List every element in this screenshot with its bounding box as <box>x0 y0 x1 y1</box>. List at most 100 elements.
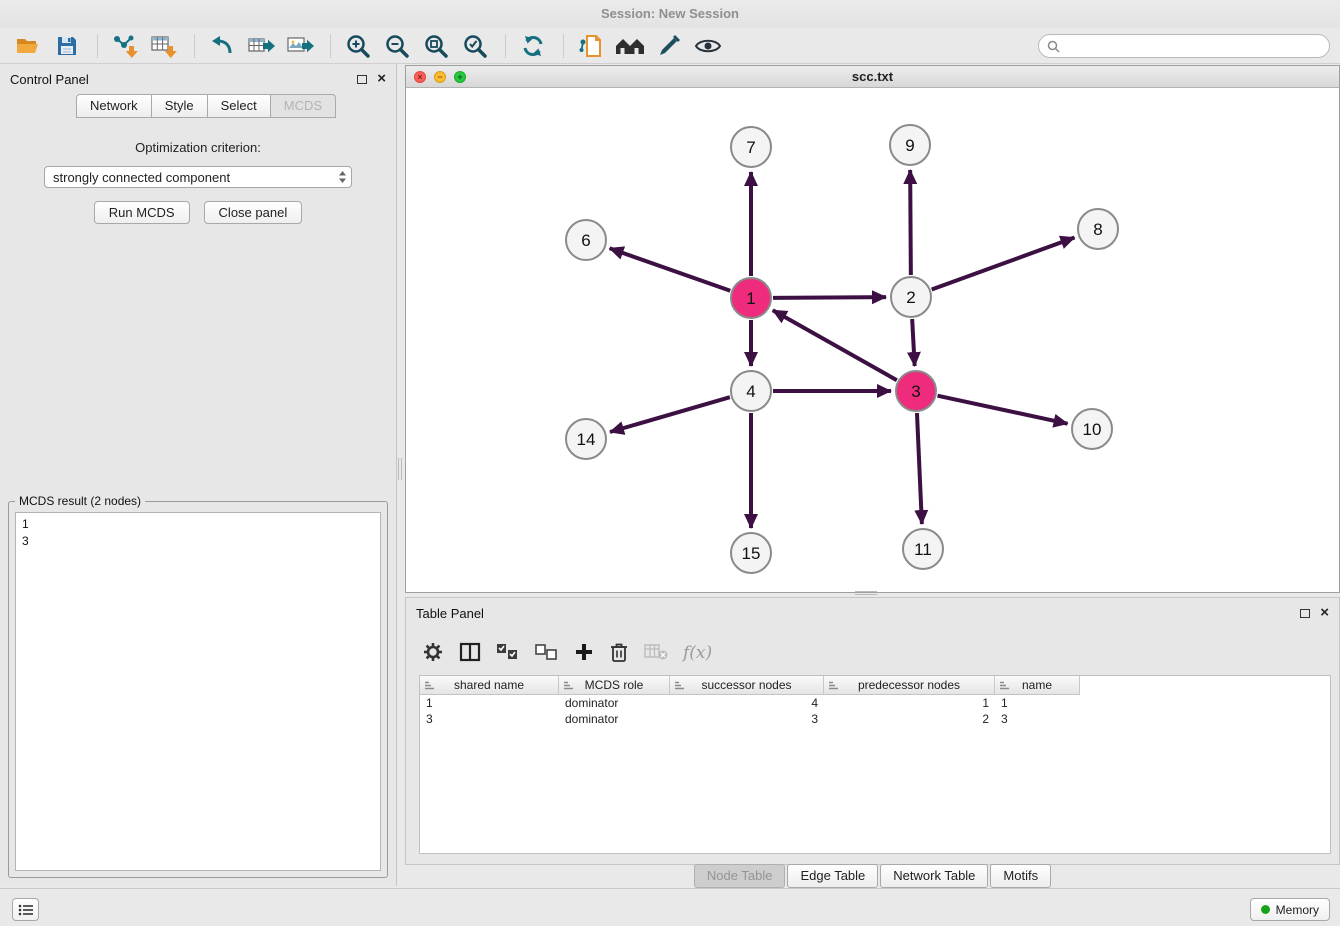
first-neighbors-button[interactable] <box>612 30 648 62</box>
export-table-icon <box>247 33 275 59</box>
paint-style-icon <box>656 33 682 59</box>
minimize-window-icon[interactable]: − <box>434 71 446 83</box>
optimization-criterion-select[interactable]: strongly connected component <box>44 166 352 188</box>
graph-node-10[interactable]: 10 <box>1072 409 1112 449</box>
graph-edge-3-1[interactable] <box>773 310 897 380</box>
maximize-window-icon[interactable]: + <box>454 71 466 83</box>
panel-splitter-handle[interactable] <box>398 458 402 480</box>
save-session-button[interactable] <box>49 30 85 62</box>
window-splitter-handle[interactable] <box>855 591 877 595</box>
paint-style-button[interactable] <box>651 30 687 62</box>
unselect-all-button[interactable] <box>535 642 559 665</box>
show-hide-button[interactable] <box>690 30 726 62</box>
column-header-name[interactable]: name <box>995 676 1080 695</box>
zoom-fit-button[interactable] <box>418 30 454 62</box>
sort-icon <box>999 680 1011 691</box>
graph-node-2[interactable]: 2 <box>891 277 931 317</box>
graph-node-15[interactable]: 15 <box>731 533 771 573</box>
column-header-label: successor nodes <box>701 678 791 692</box>
network-view-window: × − + scc.txt 7 9 6 8 1 2 4 3 14 10 15 11 <box>405 65 1340 593</box>
table-cell[interactable]: dominator <box>559 696 670 710</box>
float-panel-icon[interactable] <box>1300 609 1310 618</box>
table-settings-button[interactable] <box>422 641 444 666</box>
graph-node-11[interactable]: 11 <box>903 529 943 569</box>
svg-text:15: 15 <box>742 544 761 563</box>
graph-edge-2-3[interactable] <box>912 319 915 366</box>
tab-mcds[interactable]: MCDS <box>271 94 336 118</box>
zoom-in-button[interactable] <box>340 30 376 62</box>
import-network-button[interactable] <box>107 30 143 62</box>
search-box[interactable] <box>1038 34 1330 58</box>
svg-text:10: 10 <box>1083 420 1102 439</box>
graph-edge-2-8[interactable] <box>932 238 1075 290</box>
tab-style[interactable]: Style <box>152 94 208 118</box>
table-cell[interactable]: 3 <box>995 712 1080 726</box>
toolbar-separator <box>505 34 506 58</box>
tab-network-table[interactable]: Network Table <box>880 864 988 888</box>
network-window-titlebar[interactable]: × − + scc.txt <box>406 66 1339 88</box>
table-cell[interactable]: 3 <box>420 712 559 726</box>
search-input[interactable] <box>1065 39 1321 53</box>
close-panel-icon[interactable]: × <box>377 72 386 86</box>
refresh-button[interactable] <box>515 30 551 62</box>
table-cell[interactable]: 3 <box>670 712 824 726</box>
graph-node-4[interactable]: 4 <box>731 371 771 411</box>
float-panel-icon[interactable] <box>357 75 367 84</box>
zoom-selected-button[interactable] <box>457 30 493 62</box>
clone-network-view-button[interactable] <box>573 30 609 62</box>
tab-select[interactable]: Select <box>208 94 271 118</box>
export-network-button[interactable] <box>204 30 240 62</box>
table-row[interactable]: 1dominator411 <box>420 695 1330 711</box>
export-image-button[interactable] <box>282 30 318 62</box>
show-columns-button[interactable] <box>459 642 481 665</box>
close-panel-icon[interactable]: × <box>1320 606 1329 620</box>
delete-column-button[interactable] <box>609 641 629 666</box>
column-header-successor-nodes[interactable]: successor nodes <box>670 676 824 695</box>
table-cell[interactable]: 1 <box>420 696 559 710</box>
graph-edge-2-9[interactable] <box>910 170 911 275</box>
graph-node-8[interactable]: 8 <box>1078 209 1118 249</box>
table-cell[interactable]: dominator <box>559 712 670 726</box>
graph-edge-3-10[interactable] <box>938 396 1068 424</box>
run-mcds-button[interactable]: Run MCDS <box>94 201 190 224</box>
graph-edge-1-2[interactable] <box>773 297 886 298</box>
zoom-out-button[interactable] <box>379 30 415 62</box>
panel-menu-button[interactable] <box>12 898 39 921</box>
node-table: shared nameMCDS role successor nodes prede… <box>419 675 1331 854</box>
graph-node-3[interactable]: 3 <box>896 371 936 411</box>
table-cell[interactable]: 1 <box>995 696 1080 710</box>
svg-text:11: 11 <box>914 540 932 559</box>
import-network-icon <box>111 33 139 59</box>
mcds-result-list[interactable]: 1 3 <box>15 512 381 871</box>
tab-network[interactable]: Network <box>76 94 152 118</box>
close-window-icon[interactable]: × <box>414 71 426 83</box>
graph-node-7[interactable]: 7 <box>731 127 771 167</box>
graph-edge-3-11[interactable] <box>917 413 922 524</box>
memory-button[interactable]: Memory <box>1250 898 1330 921</box>
graph-edge-4-14[interactable] <box>610 397 730 432</box>
close-panel-button[interactable]: Close panel <box>204 201 303 224</box>
table-cell[interactable]: 1 <box>824 696 995 710</box>
column-header-shared-name[interactable]: shared name <box>420 676 559 695</box>
column-header-predecessor-nodes[interactable]: predecessor nodes <box>824 676 995 695</box>
graph-node-14[interactable]: 14 <box>566 419 606 459</box>
tab-motifs[interactable]: Motifs <box>990 864 1051 888</box>
select-all-button[interactable] <box>496 642 520 665</box>
add-column-button[interactable] <box>574 642 594 665</box>
table-row[interactable]: 3dominator323 <box>420 711 1330 727</box>
function-builder-button[interactable]: f(x) <box>683 643 712 663</box>
tab-edge-table[interactable]: Edge Table <box>787 864 878 888</box>
svg-text:14: 14 <box>577 430 596 449</box>
graph-node-9[interactable]: 9 <box>890 125 930 165</box>
open-session-button[interactable] <box>10 30 46 62</box>
export-table-button[interactable] <box>243 30 279 62</box>
graph-edge-1-6[interactable] <box>610 248 731 290</box>
import-table-button[interactable] <box>146 30 182 62</box>
network-canvas[interactable]: 7 9 6 8 1 2 4 3 14 10 15 11 <box>406 88 1339 592</box>
table-cell[interactable]: 2 <box>824 712 995 726</box>
column-header-MCDS-role[interactable]: MCDS role <box>559 676 670 695</box>
table-cell[interactable]: 4 <box>670 696 824 710</box>
tab-node-table[interactable]: Node Table <box>694 864 786 888</box>
graph-node-1[interactable]: 1 <box>731 278 771 318</box>
graph-node-6[interactable]: 6 <box>566 220 606 260</box>
